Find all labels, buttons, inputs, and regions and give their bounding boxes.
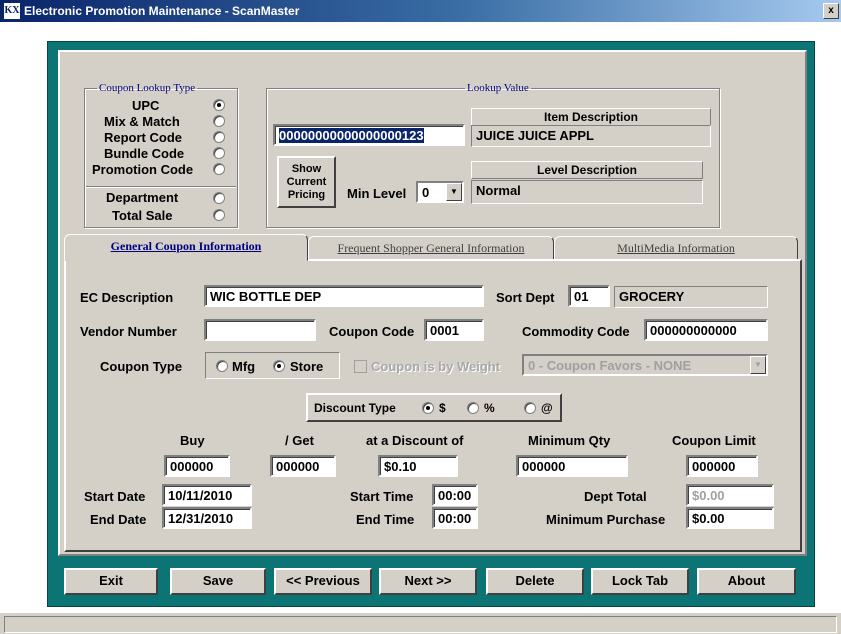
- lookup-promotioncode-label: Promotion Code: [92, 162, 194, 177]
- start-time-label: Start Time: [350, 489, 414, 504]
- tab-multimedia[interactable]: MultiMedia Information: [554, 236, 798, 260]
- sort-dept-name: GROCERY: [614, 286, 768, 308]
- discount-at-radio[interactable]: [524, 402, 536, 414]
- commodity-code-input[interactable]: 000000000000: [644, 319, 768, 341]
- coupon-type-mfg-radio[interactable]: [216, 360, 228, 372]
- min-level-value: 0: [422, 185, 430, 200]
- discount-percent-label: %: [484, 401, 495, 415]
- chevron-down-icon[interactable]: ▼: [750, 356, 766, 374]
- buy-label: Buy: [180, 433, 205, 448]
- lookup-department-radio[interactable]: [213, 192, 225, 204]
- discount-at-label: @: [541, 401, 553, 415]
- min-level-label: Min Level: [347, 186, 407, 201]
- lookup-value-text: 00000000000000000123: [279, 128, 424, 143]
- min-purchase-input[interactable]: $0.00: [686, 507, 774, 529]
- discount-dollar-radio[interactable]: [422, 402, 434, 414]
- end-date-input[interactable]: 12/31/2010: [162, 507, 252, 529]
- lookup-value-legend: Lookup Value: [467, 82, 529, 94]
- buy-input[interactable]: 000000: [164, 455, 230, 477]
- min-qty-input[interactable]: 000000: [516, 455, 628, 477]
- lookup-mixmatch-radio[interactable]: [213, 115, 225, 127]
- vendor-number-label: Vendor Number: [80, 324, 177, 339]
- dept-total-input[interactable]: $0.00: [686, 484, 774, 506]
- lookup-totalsale-radio[interactable]: [213, 209, 225, 221]
- coupon-limit-label: Coupon Limit: [672, 433, 756, 448]
- app-icon: KX: [4, 3, 20, 19]
- start-date-input[interactable]: 10/11/2010: [162, 484, 252, 506]
- level-description-header: Level Description: [471, 161, 703, 179]
- coupon-type-store-radio[interactable]: [273, 360, 285, 372]
- min-level-select[interactable]: 0 ▼: [416, 181, 464, 203]
- discount-dollar-label: $: [439, 401, 446, 415]
- tab-general-coupon[interactable]: General Coupon Information: [64, 234, 308, 261]
- lookup-upc-radio[interactable]: [213, 99, 225, 111]
- sort-dept-input[interactable]: 01: [568, 285, 610, 307]
- show-current-pricing-button[interactable]: Show Current Pricing: [277, 156, 336, 208]
- exit-button[interactable]: Exit: [64, 568, 158, 595]
- chevron-down-icon[interactable]: ▼: [446, 183, 462, 201]
- coupon-type-store-label: Store: [290, 359, 324, 374]
- delete-button[interactable]: Delete: [486, 568, 584, 595]
- discount-of-label: at a Discount of: [366, 433, 464, 448]
- show-current-pricing-label: Show Current Pricing: [286, 163, 327, 201]
- lookup-mixmatch-label: Mix & Match: [104, 114, 180, 129]
- coupon-code-input[interactable]: 0001: [424, 319, 484, 341]
- next-button[interactable]: Next >>: [379, 568, 477, 595]
- item-description-header: Item Description: [471, 108, 711, 126]
- previous-button[interactable]: << Previous: [274, 568, 372, 595]
- lookup-bundlecode-label: Bundle Code: [104, 146, 185, 161]
- tab-frequent-shopper[interactable]: Frequent Shopper General Information: [308, 236, 554, 260]
- end-date-label: End Date: [90, 512, 147, 527]
- status-bar: [0, 612, 841, 634]
- discount-input[interactable]: $0.10: [378, 455, 458, 477]
- ec-description-label: EC Description: [80, 290, 174, 305]
- coupon-favors-value: 0 - Coupon Favors - NONE: [528, 358, 692, 373]
- lookup-value-input[interactable]: 00000000000000000123: [273, 124, 465, 146]
- lookup-reportcode-radio[interactable]: [213, 131, 225, 143]
- commodity-code-label: Commodity Code: [522, 324, 630, 339]
- coupon-type-label: Coupon Type: [100, 359, 183, 374]
- coupon-type-mfg-label: Mfg: [232, 359, 256, 374]
- coupon-code-label: Coupon Code: [329, 324, 415, 339]
- title-bar: KX Electronic Promotion Maintenance - Sc…: [0, 0, 841, 22]
- lookup-department-label: Department: [106, 190, 179, 205]
- status-pane: [4, 616, 837, 633]
- min-qty-label: Minimum Qty: [528, 433, 611, 448]
- dept-total-label: Dept Total: [584, 489, 647, 504]
- lookup-totalsale-label: Total Sale: [112, 208, 173, 223]
- discount-percent-radio[interactable]: [467, 402, 479, 414]
- vendor-number-input[interactable]: [204, 319, 316, 341]
- lookup-type-legend: Coupon Lookup Type: [99, 82, 196, 94]
- coupon-limit-input[interactable]: 000000: [686, 455, 758, 477]
- tab-frequent-shopper-label: Frequent Shopper General Information: [337, 241, 525, 255]
- end-time-label: End Time: [356, 512, 415, 527]
- by-weight-checkbox[interactable]: [354, 360, 367, 373]
- by-weight-label: Coupon is by Weight: [371, 359, 501, 374]
- min-purchase-label: Minimum Purchase: [546, 512, 666, 527]
- about-button[interactable]: About: [697, 568, 796, 595]
- window-title: Electronic Promotion Maintenance - ScanM…: [24, 4, 300, 18]
- sort-dept-label: Sort Dept: [496, 290, 555, 305]
- start-date-label: Start Date: [84, 489, 146, 504]
- save-button[interactable]: Save: [170, 568, 266, 595]
- ec-description-input[interactable]: WIC BOTTLE DEP: [204, 285, 484, 307]
- close-window-button[interactable]: x: [823, 3, 839, 19]
- discount-type-label: Discount Type: [314, 401, 396, 415]
- lock-tab-button[interactable]: Lock Tab: [591, 568, 689, 595]
- get-label: / Get: [285, 433, 314, 448]
- tab-general-coupon-label: General Coupon Information: [110, 239, 262, 253]
- item-description-value: JUICE JUICE APPL: [471, 125, 711, 147]
- level-description-value: Normal: [471, 180, 703, 204]
- tab-strip: General Coupon Information Frequent Shop…: [64, 234, 802, 261]
- lookup-bundlecode-radio[interactable]: [213, 147, 225, 159]
- lookup-reportcode-label: Report Code: [104, 130, 182, 145]
- start-time-input[interactable]: 00:00: [432, 484, 478, 506]
- tab-multimedia-label: MultiMedia Information: [617, 241, 735, 255]
- lookup-type-divider: [86, 186, 236, 188]
- end-time-input[interactable]: 00:00: [432, 507, 478, 529]
- lookup-promotioncode-radio[interactable]: [213, 163, 225, 175]
- lookup-upc-label: UPC: [132, 98, 160, 113]
- coupon-favors-select[interactable]: 0 - Coupon Favors - NONE ▼: [522, 354, 768, 376]
- get-input[interactable]: 000000: [270, 455, 336, 477]
